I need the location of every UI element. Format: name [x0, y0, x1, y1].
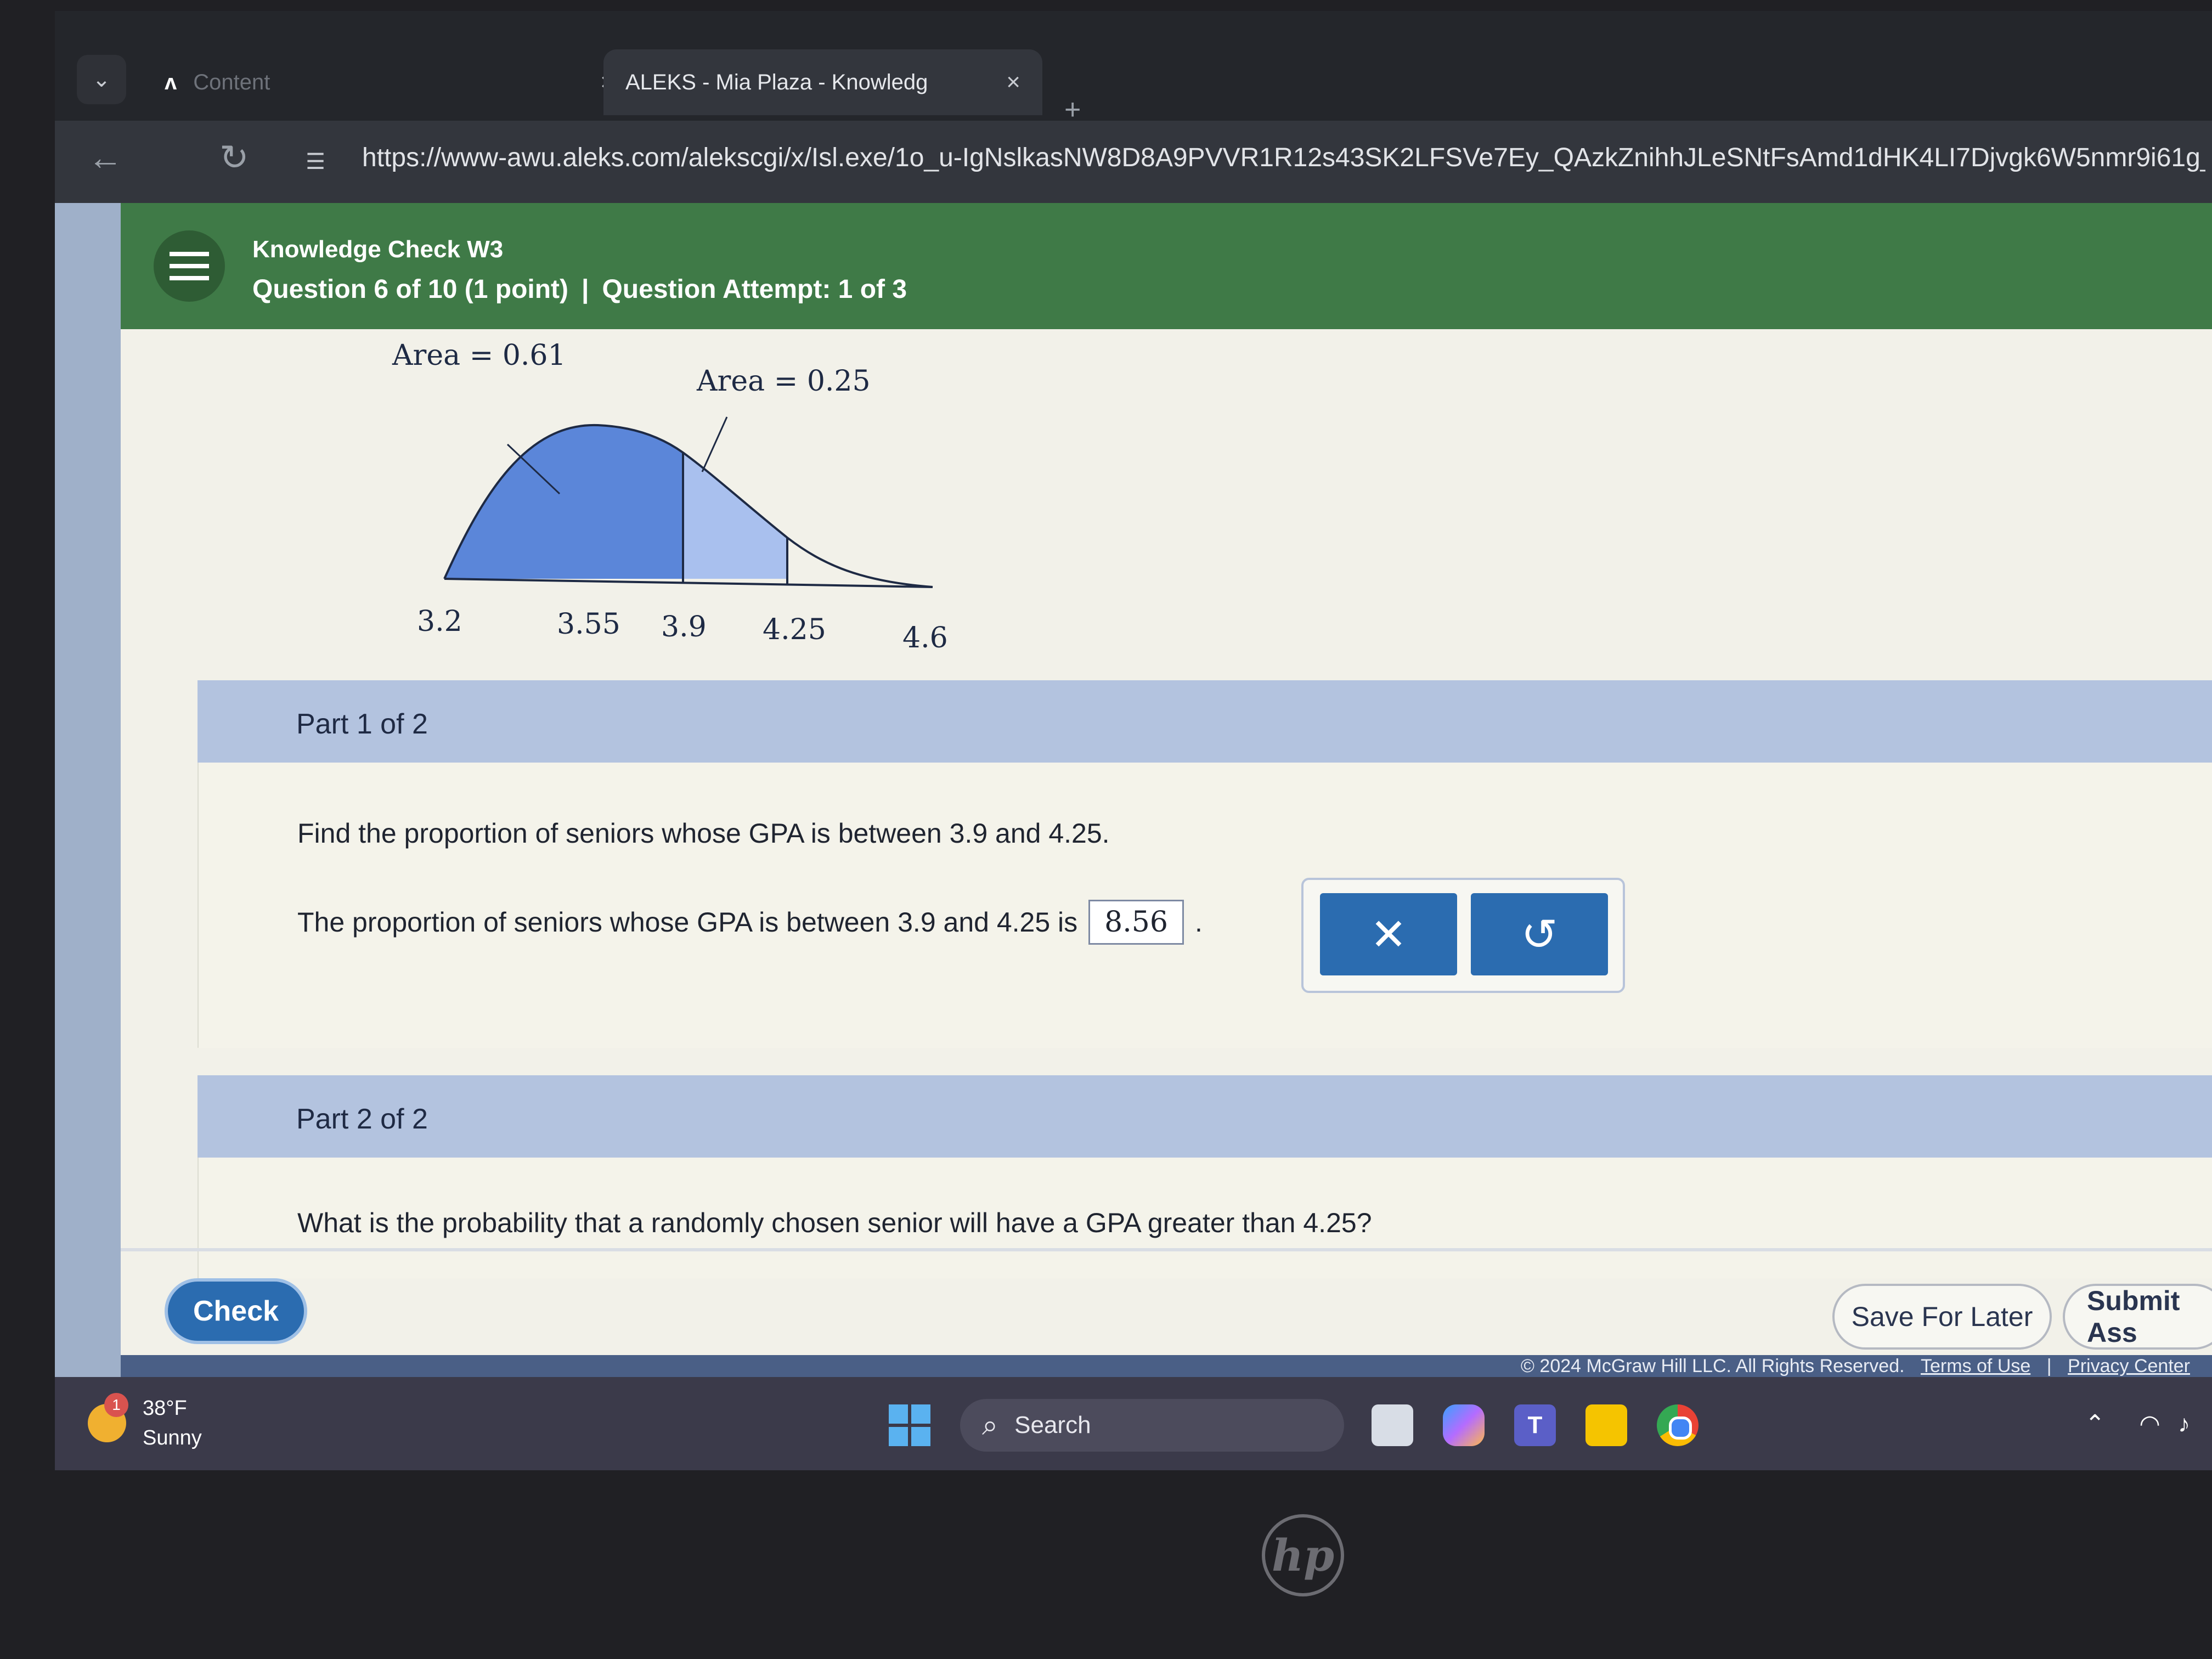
- tab-strip: ⌄ ʌ Content × ALEKS - Mia Plaza - Knowle…: [55, 11, 2212, 126]
- tab-label: Content: [193, 70, 270, 94]
- tab-content[interactable]: ʌ Content ×: [143, 49, 636, 115]
- sticky-notes-icon[interactable]: [1585, 1404, 1627, 1446]
- url-field[interactable]: https://www-awu.aleks.com/alekscgi/x/Isl…: [362, 143, 2205, 173]
- part2-body: What is the probability that a randomly …: [198, 1158, 2212, 1278]
- footer-divider: [121, 1248, 2212, 1251]
- tab-label: ALEKS - Mia Plaza - Knowledg: [625, 70, 928, 94]
- tick-label: 3.9: [661, 611, 707, 644]
- question-number: Question 6 of 10 (1 point): [252, 275, 569, 304]
- link-separator: |: [2046, 1356, 2052, 1376]
- gpa-distribution-graph: Area = 0.61 Area = 0.25 3.2 3.55 3.9 4.2…: [392, 339, 948, 654]
- part1-label: Part 1 of 2: [296, 708, 428, 740]
- laptop-bezel: ⌄ ʌ Content × ALEKS - Mia Plaza - Knowle…: [0, 0, 2212, 1659]
- temperature: 38°F: [143, 1397, 187, 1420]
- windows-start-icon[interactable]: [889, 1404, 930, 1446]
- area-middle-region: [683, 453, 787, 579]
- taskbar: 1 38°F Sunny ⌕ Search T ⌃ ◠ ♪: [55, 1377, 2212, 1470]
- question-progress: Question 6 of 10 (1 point) | Question Atte…: [252, 274, 907, 304]
- copilot-icon[interactable]: [1443, 1404, 1485, 1446]
- submit-assignment-button[interactable]: Submit Ass: [2063, 1284, 2212, 1350]
- back-arrow-icon[interactable]: ←: [88, 137, 123, 178]
- part1-body: Find the proportion of seniors whose GPA…: [198, 763, 2212, 1048]
- undo-button[interactable]: ↺: [1471, 893, 1608, 975]
- header-separator: |: [582, 275, 589, 304]
- copyright-bar: © 2024 McGraw Hill LLC. All Rights Reser…: [121, 1355, 2212, 1377]
- terms-of-use-link[interactable]: Terms of Use: [1921, 1356, 2030, 1376]
- check-button[interactable]: Check: [165, 1278, 307, 1344]
- area-left-label: Area = 0.61: [392, 339, 566, 372]
- area-left-region: [444, 425, 683, 579]
- part2-question: What is the probability that a randomly …: [297, 1207, 1372, 1238]
- tab-search-chevron-icon[interactable]: ⌄: [77, 55, 126, 104]
- privacy-center-link[interactable]: Privacy Center: [2068, 1356, 2190, 1376]
- left-rail: [55, 203, 121, 1377]
- part1-header[interactable]: Part 1 of 2: [198, 680, 2212, 763]
- x-axis: [444, 578, 933, 588]
- aleks-page: Knowledge Check W3 Question 6 of 10 (1 p…: [55, 203, 2212, 1377]
- weather-widget[interactable]: 1 38°F Sunny: [88, 1393, 202, 1453]
- part2-header[interactable]: Part 2 of 2: [198, 1075, 2212, 1158]
- save-for-later-button[interactable]: Save For Later: [1832, 1284, 2052, 1350]
- copyright-text: © 2024 McGraw Hill LLC. All Rights Reser…: [1520, 1356, 1905, 1376]
- part2-label: Part 2 of 2: [296, 1103, 428, 1135]
- chevron-up-icon[interactable]: ⌃: [2085, 1410, 2105, 1437]
- aleks-logo-icon: ʌ: [165, 70, 177, 94]
- question-attempt: Question Attempt: 1 of 3: [602, 275, 907, 304]
- weather-text: 38°F Sunny: [143, 1393, 202, 1453]
- volume-icon: ♪: [2178, 1410, 2190, 1437]
- assignment-title: Knowledge Check W3: [252, 236, 504, 263]
- teams-icon[interactable]: T: [1514, 1404, 1556, 1446]
- area-right-label: Area = 0.25: [696, 365, 871, 398]
- screen: ⌄ ʌ Content × ALEKS - Mia Plaza - Knowle…: [55, 11, 2212, 1470]
- tick-label: 3.55: [557, 608, 620, 641]
- site-settings-icon[interactable]: ☰: [296, 143, 335, 181]
- tick-label: 4.25: [763, 613, 826, 646]
- weather-condition: Sunny: [143, 1426, 202, 1449]
- taskbar-search[interactable]: ⌕ Search: [960, 1399, 1344, 1452]
- hp-logo: hp: [1262, 1514, 1344, 1596]
- answer-suffix: .: [1194, 907, 1203, 938]
- wifi-icon: ◠: [2139, 1410, 2160, 1437]
- notification-badge: 1: [104, 1393, 128, 1417]
- clear-answer-button[interactable]: ✕: [1320, 893, 1457, 975]
- system-tray[interactable]: ⌃ ◠ ♪: [2085, 1410, 2190, 1438]
- close-tab-icon[interactable]: ×: [1006, 69, 1020, 96]
- answer-input[interactable]: 8.56: [1088, 900, 1184, 945]
- search-label: Search: [1014, 1412, 1091, 1438]
- search-icon: ⌕: [982, 1409, 998, 1441]
- hamburger-menu-icon[interactable]: [154, 230, 225, 302]
- tab-aleks[interactable]: ALEKS - Mia Plaza - Knowledg ×: [603, 49, 1042, 115]
- reload-icon[interactable]: ↻: [219, 137, 249, 178]
- question-header: Knowledge Check W3 Question 6 of 10 (1 p…: [121, 203, 2212, 329]
- address-bar: ← ↻ ☰ https://www-awu.aleks.com/alekscgi…: [55, 121, 2212, 203]
- tick-label: 4.6: [902, 622, 948, 654]
- sun-icon: 1: [88, 1393, 128, 1442]
- tick-label: 3.2: [417, 605, 462, 638]
- area-right-pointer: [701, 416, 728, 472]
- part1-answer-line: The proportion of seniors whose GPA is b…: [297, 900, 1203, 945]
- answer-tools-panel: ✕ ↺: [1301, 878, 1625, 993]
- chrome-icon[interactable]: [1657, 1404, 1699, 1446]
- answer-prefix: The proportion of seniors whose GPA is b…: [297, 907, 1078, 938]
- file-explorer-icon[interactable]: [1372, 1404, 1413, 1446]
- part1-question: Find the proportion of seniors whose GPA…: [297, 818, 1110, 849]
